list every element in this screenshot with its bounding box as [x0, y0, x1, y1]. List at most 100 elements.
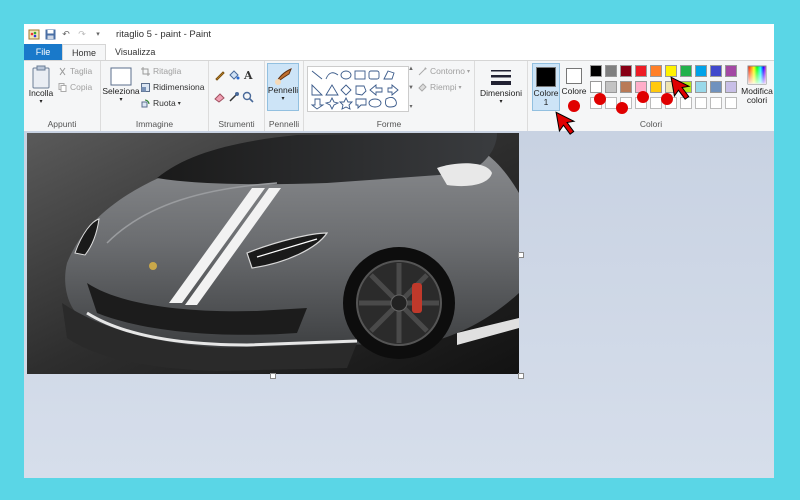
- line-thickness-icon: [491, 70, 511, 85]
- color-picker-icon[interactable]: [228, 91, 240, 103]
- edit-colors-button[interactable]: Modifica colori: [740, 65, 774, 105]
- edit-colors-label-line2: colori: [746, 95, 768, 105]
- window-title: ritaglio 5 - paint - Paint: [116, 28, 212, 40]
- brushes-button[interactable]: Pennelli ▾: [267, 63, 299, 111]
- palette-swatch[interactable]: [710, 81, 722, 93]
- size-group: Dimensioni ▾: [475, 61, 528, 131]
- palette-swatch[interactable]: [725, 65, 737, 77]
- copy-button[interactable]: Copia: [58, 82, 92, 92]
- shapes-gallery[interactable]: [307, 66, 409, 112]
- brushes-dropdown-icon: ▾: [281, 96, 285, 102]
- image-group: Seleziona ▾ Ritaglia Ridimensiona Ruota …: [101, 61, 209, 131]
- palette-swatch[interactable]: [605, 65, 617, 77]
- palette-swatch[interactable]: [590, 65, 602, 77]
- scissors-icon: [58, 67, 67, 76]
- paste-icon: [32, 65, 50, 89]
- tools-group: A Strumenti: [209, 61, 265, 131]
- lamborghini-car-picture: [27, 133, 519, 374]
- tools-grid: A: [214, 69, 256, 103]
- color2-button[interactable]: Colore: [561, 65, 587, 96]
- copy-icon: [58, 82, 67, 92]
- shapes-scroll[interactable]: ▲ ▼ ▾: [407, 66, 415, 110]
- palette-swatch[interactable]: [620, 65, 632, 77]
- palette-swatch[interactable]: [710, 65, 722, 77]
- canvas-area[interactable]: [24, 131, 774, 478]
- undo-icon[interactable]: ↶: [60, 28, 72, 40]
- red-dot-marker: [637, 91, 649, 103]
- quick-access-toolbar: ↶ ↷ ▾: [28, 28, 108, 40]
- tab-home[interactable]: Home: [62, 44, 107, 60]
- tab-view[interactable]: Visualizza: [106, 44, 164, 60]
- gallery-more-icon[interactable]: ▾: [409, 103, 412, 110]
- paste-dropdown-icon: ▾: [39, 99, 43, 105]
- palette-swatch-empty[interactable]: [725, 97, 737, 109]
- red-arrow-pointer-icon: [555, 111, 576, 135]
- image-group-label: Immagine: [135, 119, 174, 129]
- clipboard-group: Incolla ▾ Taglia Copia Appunti: [24, 61, 101, 131]
- resize-icon: [141, 82, 150, 92]
- shapes-gallery-icons: [310, 70, 399, 111]
- cut-label: Taglia: [70, 66, 93, 76]
- crop-label: Ritaglia: [153, 66, 182, 76]
- rotate-dropdown-icon: ▾: [177, 100, 181, 107]
- paint-app-icon: [28, 28, 40, 40]
- color-palette: [590, 65, 740, 115]
- outline-dropdown-icon: ▾: [466, 68, 470, 75]
- resize-button[interactable]: Ridimensiona: [141, 82, 205, 92]
- cut-button[interactable]: Taglia: [58, 66, 92, 76]
- red-dot-marker: [594, 93, 606, 105]
- palette-swatch[interactable]: [650, 81, 662, 93]
- customize-toolbar-icon[interactable]: ▾: [92, 28, 104, 40]
- color1-button[interactable]: Colore 1: [532, 63, 560, 111]
- svg-text:A: A: [243, 69, 253, 81]
- palette-swatch[interactable]: [650, 65, 662, 77]
- brush-icon: [275, 68, 292, 85]
- palette-swatch[interactable]: [605, 81, 617, 93]
- scroll-down-icon[interactable]: ▼: [408, 85, 414, 91]
- resize-handle-bottom[interactable]: [270, 373, 276, 379]
- outline-label: Contorno: [430, 66, 465, 76]
- color2-label: Colore: [561, 86, 587, 96]
- rotate-button[interactable]: Ruota ▾: [141, 98, 181, 108]
- palette-swatch[interactable]: [725, 81, 737, 93]
- resize-label: Ridimensiona: [153, 82, 205, 92]
- size-button[interactable]: Dimensioni ▾: [479, 67, 523, 107]
- eraser-icon[interactable]: [214, 91, 226, 103]
- paste-button[interactable]: Incolla ▾: [28, 65, 54, 107]
- fill-button[interactable]: Riempi ▾: [418, 82, 461, 92]
- brushes-group: Pennelli ▾ Pennelli: [265, 61, 304, 131]
- select-button[interactable]: Seleziona ▾: [102, 67, 140, 105]
- crop-button[interactable]: Ritaglia: [141, 66, 181, 76]
- outline-button[interactable]: Contorno ▾: [418, 66, 470, 76]
- select-rectangle-icon: [110, 67, 132, 86]
- fill-dropdown-icon: ▾: [458, 84, 462, 91]
- palette-swatch[interactable]: [635, 65, 647, 77]
- color1-label-line2: 1: [543, 97, 549, 107]
- tab-file[interactable]: File: [24, 44, 62, 60]
- palette-swatch[interactable]: [620, 81, 632, 93]
- title-bar: ↶ ↷ ▾ ritaglio 5 - paint - Paint: [24, 24, 774, 44]
- car-image[interactable]: [27, 133, 519, 374]
- size-label: Dimensioni: [479, 88, 523, 98]
- shapes-group: ▲ ▼ ▾ Contorno ▾ Riempi ▾ Forme: [304, 61, 475, 131]
- paint-window: ↶ ↷ ▾ ritaglio 5 - paint - Paint File Ho…: [24, 24, 774, 478]
- brushes-group-label: Pennelli: [268, 119, 300, 129]
- palette-swatch[interactable]: [590, 81, 602, 93]
- brushes-label: Pennelli: [267, 85, 299, 95]
- magnifier-icon[interactable]: [242, 91, 254, 103]
- rotate-icon: [141, 99, 150, 108]
- tools-group-label: Strumenti: [218, 119, 255, 129]
- clipboard-group-label: Appunti: [47, 119, 77, 129]
- redo-icon[interactable]: ↷: [76, 28, 88, 40]
- text-icon[interactable]: A: [242, 69, 254, 81]
- ribbon-tabs: File Home Visualizza: [24, 44, 774, 60]
- fill-bucket-icon[interactable]: [228, 69, 240, 81]
- pencil-icon[interactable]: [214, 69, 226, 81]
- fill-label: Riempi: [430, 82, 457, 92]
- scroll-up-icon[interactable]: ▲: [408, 66, 414, 72]
- resize-handle-corner[interactable]: [518, 373, 524, 379]
- outline-icon: [418, 66, 427, 76]
- resize-handle-right[interactable]: [518, 252, 524, 258]
- palette-swatch-empty[interactable]: [710, 97, 722, 109]
- save-icon[interactable]: [44, 28, 56, 40]
